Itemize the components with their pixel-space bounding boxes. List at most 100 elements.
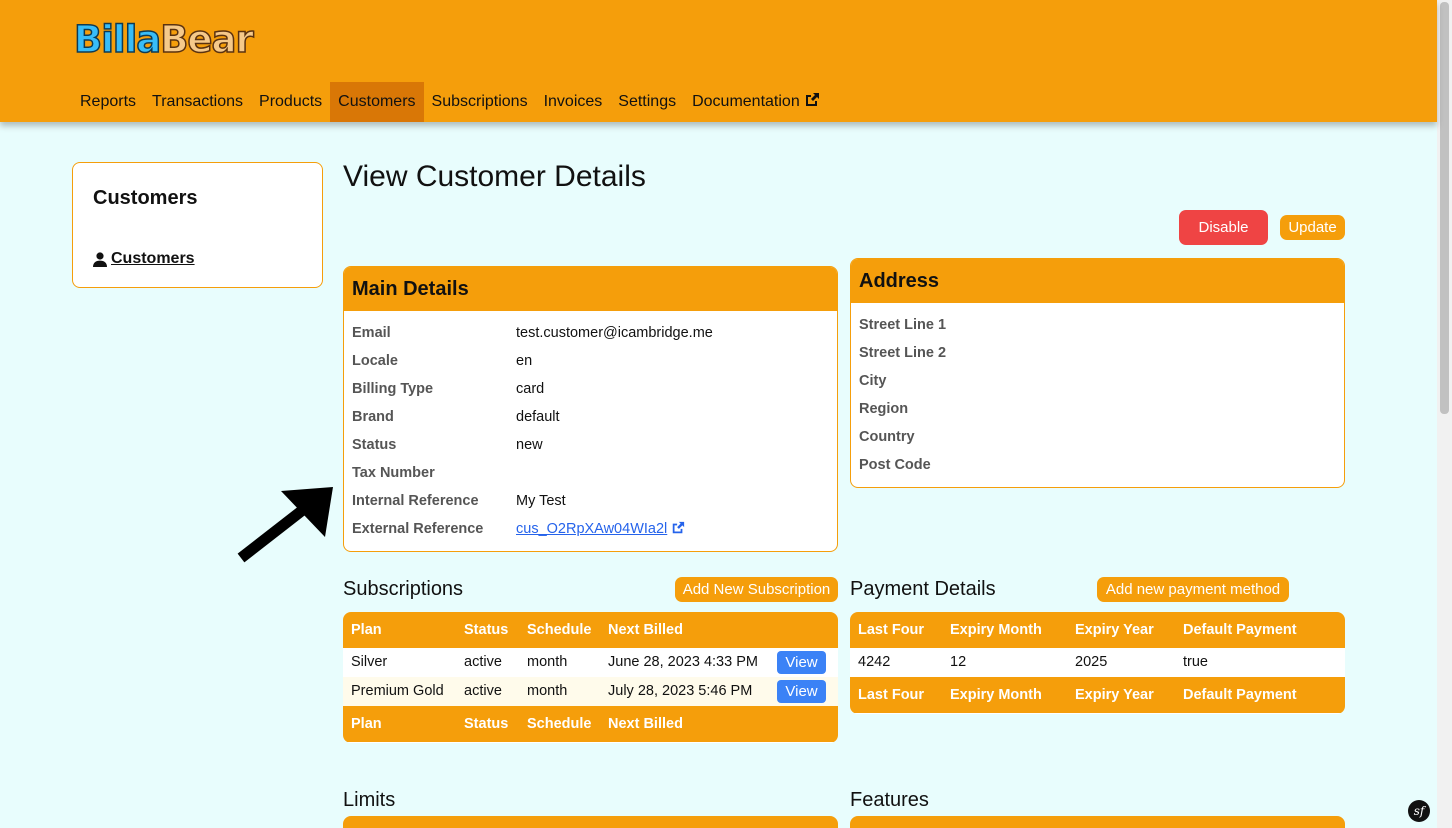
detail-value: default [516, 409, 560, 425]
address-label: Country [859, 429, 915, 445]
address-row: Country [851, 423, 1344, 451]
detail-value: test.customer@icambridge.me [516, 325, 713, 341]
column-footer: Status [464, 716, 509, 732]
detail-label: Billing Type [352, 381, 434, 397]
detail-value: card [516, 381, 545, 397]
detail-value: My Test [516, 493, 566, 509]
disable-button[interactable]: Disable [1179, 210, 1268, 245]
detail-value: en [516, 353, 533, 369]
cell-expiry-year: 2025 [1075, 654, 1108, 670]
main-details-card: Main Details Email test.customer@icambrid… [343, 266, 838, 552]
address-label: Street Line 1 [859, 317, 947, 333]
features-table-header [850, 816, 1345, 828]
main-details-title: Main Details [344, 267, 837, 311]
nav-subscriptions[interactable]: Subscriptions [424, 82, 536, 122]
external-link-icon [673, 521, 685, 533]
column-footer: Default Payment [1183, 687, 1297, 703]
column-header: Last Four [858, 622, 925, 638]
limits-title: Limits [343, 789, 396, 811]
address-row: City [851, 367, 1344, 395]
table-footer: Last Four Expiry Month Expiry Year Defau… [850, 677, 1345, 713]
detail-label: Email [352, 325, 391, 341]
cell-schedule: month [527, 654, 568, 670]
table-row: Premium Gold active month July 28, 2023 … [343, 677, 838, 706]
user-icon [93, 251, 107, 267]
add-payment-method-button[interactable]: Add new payment method [1097, 577, 1289, 602]
column-header: Expiry Year [1075, 622, 1154, 638]
cell-next-billed: June 28, 2023 4:33 PM [608, 654, 758, 670]
cell-plan: Silver [351, 654, 388, 670]
column-header: Next Billed [608, 622, 683, 638]
annotation-arrow-icon [237, 487, 333, 563]
cell-schedule: month [527, 683, 568, 699]
address-card: Address Street Line 1 Street Line 2 City… [850, 258, 1345, 488]
detail-label: External Reference [352, 521, 484, 537]
detail-label: Tax Number [352, 465, 435, 481]
nav-documentation[interactable]: Documentation [684, 82, 828, 122]
cell-expiry-month: 12 [950, 654, 967, 670]
column-header: Status [464, 622, 509, 638]
detail-label: Locale [352, 353, 398, 369]
detail-row-brand: Brand default [344, 403, 837, 431]
column-footer: Schedule [527, 716, 592, 732]
nav-transactions[interactable]: Transactions [144, 82, 251, 122]
cell-status: active [464, 683, 502, 699]
sidebar-item-label: Customers [111, 250, 195, 267]
subscriptions-title: Subscriptions [343, 578, 464, 600]
external-link-icon [805, 93, 819, 107]
page-scrollbar[interactable] [1437, 0, 1452, 828]
page-title: View Customer Details [343, 160, 646, 193]
table-header: Last Four Expiry Month Expiry Year Defau… [850, 612, 1345, 648]
detail-row-internal-reference: Internal Reference My Test [344, 487, 837, 515]
nav-customers[interactable]: Customers [330, 82, 424, 122]
cell-status: active [464, 654, 502, 670]
detail-label: Internal Reference [352, 493, 479, 509]
symfony-toolbar-icon[interactable]: sf [1408, 800, 1430, 822]
external-reference-text[interactable]: cus_O2RpXAw04WIa2l [516, 521, 667, 537]
main-nav: Reports Transactions Products Customers … [72, 82, 828, 122]
address-label: Region [859, 401, 909, 417]
detail-label: Status [352, 437, 397, 453]
add-subscription-button[interactable]: Add New Subscription [675, 577, 838, 602]
table-header: Plan Status Schedule Next Billed [343, 612, 838, 648]
address-label: City [859, 373, 887, 389]
address-row: Post Code [851, 451, 1344, 479]
detail-row-tax-number: Tax Number [344, 459, 837, 487]
detail-row-email: Email test.customer@icambridge.me [344, 319, 837, 347]
table-footer: Plan Status Schedule Next Billed [343, 706, 838, 742]
update-button[interactable]: Update [1280, 215, 1345, 240]
nav-reports[interactable]: Reports [72, 82, 144, 122]
column-header: Schedule [527, 622, 592, 638]
sidebar-item-customers[interactable]: Customers [93, 250, 195, 268]
top-header: BillaBear Reports Transactions Products … [0, 0, 1437, 122]
external-reference-link[interactable]: cus_O2RpXAw04WIa2l [516, 515, 685, 543]
nav-products[interactable]: Products [251, 82, 330, 122]
cell-default-payment: true [1183, 654, 1208, 670]
view-subscription-button[interactable]: View [777, 651, 826, 674]
nav-invoices[interactable]: Invoices [536, 82, 611, 122]
address-label: Post Code [859, 457, 931, 473]
table-row: Silver active month June 28, 2023 4:33 P… [343, 648, 838, 677]
detail-value: new [516, 437, 543, 453]
sidebar-title: Customers [93, 187, 198, 209]
view-subscription-button[interactable]: View [777, 680, 826, 703]
payment-details-title: Payment Details [850, 578, 996, 600]
column-footer: Next Billed [608, 716, 683, 732]
subscriptions-table: Plan Status Schedule Next Billed Silver … [343, 612, 838, 743]
table-row: 4242 12 2025 true [850, 648, 1345, 677]
detail-row-status: Status new [344, 431, 837, 459]
payment-details-table: Last Four Expiry Month Expiry Year Defau… [850, 612, 1345, 714]
address-title: Address [851, 259, 1344, 303]
address-label: Street Line 2 [859, 345, 947, 361]
address-row: Street Line 1 [851, 311, 1344, 339]
cell-plan: Premium Gold [351, 683, 444, 699]
cell-last-four: 4242 [858, 654, 891, 670]
scrollbar-thumb[interactable] [1440, 2, 1449, 414]
billabear-logo[interactable]: BillaBear [73, 19, 254, 61]
sidebar-card: Customers Customers [72, 162, 323, 288]
detail-row-billing-type: Billing Type card [344, 375, 837, 403]
column-footer: Expiry Year [1075, 687, 1154, 703]
column-header: Expiry Month [950, 622, 1042, 638]
address-row: Street Line 2 [851, 339, 1344, 367]
nav-settings[interactable]: Settings [610, 82, 684, 122]
